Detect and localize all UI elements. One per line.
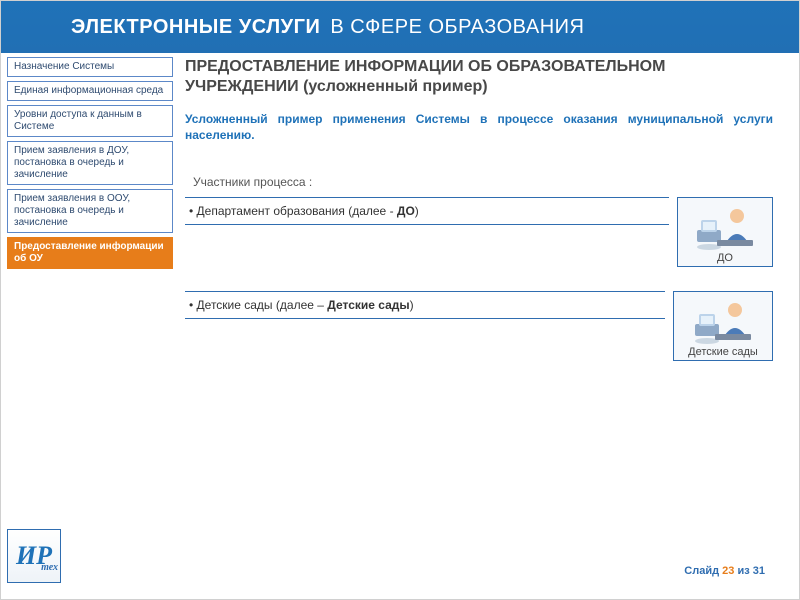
participant-caption: ДО bbox=[717, 252, 733, 264]
page-title-line2: УЧРЕЖДЕНИИ (усложненный пример) bbox=[185, 78, 488, 95]
participant-text-prefix: • Департамент образования (далее - bbox=[189, 204, 397, 218]
sidebar-item-label: Прием заявления в ДОУ, постановка в очер… bbox=[14, 145, 129, 180]
participant-card: ДО bbox=[677, 197, 773, 267]
participant-text-bold: Детские сады bbox=[327, 298, 409, 312]
participant-caption: Детские сады bbox=[688, 346, 758, 358]
title-strong: ЭЛЕКТРОННЫЕ УСЛУГИ bbox=[71, 16, 320, 39]
participant-text-suffix: ) bbox=[415, 204, 419, 218]
person-desk-icon bbox=[693, 296, 753, 344]
sidebar-item-label: Прием заявления в ООУ, постановка в очер… bbox=[14, 193, 130, 228]
participants-label: Участники процесса : bbox=[185, 175, 773, 189]
footer-logo: ИР тех bbox=[7, 529, 61, 583]
sidebar-item-label: Предоставление информации об ОУ bbox=[14, 241, 164, 264]
slide-counter-of: из bbox=[734, 565, 752, 577]
sidebar-item-info-ou[interactable]: Предоставление информации об ОУ bbox=[7, 237, 173, 269]
sidebar-item-access-levels[interactable]: Уровни доступа к данным в Системе bbox=[7, 105, 173, 137]
person-desk-icon bbox=[695, 202, 755, 250]
slide-counter-prefix: Слайд bbox=[684, 565, 722, 577]
intro-text: Усложненный пример применения Системы в … bbox=[185, 111, 773, 143]
participant-text: • Департамент образования (далее - ДО) bbox=[185, 197, 669, 225]
logo-sub: тех bbox=[41, 562, 58, 573]
participant-row: • Департамент образования (далее - ДО) Д… bbox=[185, 197, 773, 267]
participant-text-prefix: • Детские сады (далее – bbox=[189, 298, 327, 312]
sidebar: Назначение Системы Единая информационная… bbox=[7, 57, 173, 269]
slide-counter: Слайд 23 из 31 bbox=[684, 565, 765, 577]
participant-text: • Детские сады (далее – Детские сады) bbox=[185, 291, 665, 319]
page-title-line1: ПРЕДОСТАВЛЕНИЕ ИНФОРМАЦИИ ОБ ОБРАЗОВАТЕЛ… bbox=[185, 58, 665, 75]
sidebar-item-label: Назначение Системы bbox=[14, 61, 114, 72]
slide-counter-current: 23 bbox=[722, 565, 734, 577]
sidebar-item-dou[interactable]: Прием заявления в ДОУ, постановка в очер… bbox=[7, 141, 173, 185]
sidebar-item-label: Уровни доступа к данным в Системе bbox=[14, 109, 142, 132]
participant-row: • Детские сады (далее – Детские сады) Де… bbox=[185, 291, 773, 361]
sidebar-item-purpose[interactable]: Назначение Системы bbox=[7, 57, 173, 77]
participant-text-bold: ДО bbox=[397, 204, 415, 218]
sidebar-item-oou[interactable]: Прием заявления в ООУ, постановка в очер… bbox=[7, 189, 173, 233]
slide-counter-total: 31 bbox=[753, 565, 765, 577]
sidebar-item-environment[interactable]: Единая информационная среда bbox=[7, 81, 173, 101]
sidebar-item-label: Единая информационная среда bbox=[14, 85, 163, 96]
participant-card: Детские сады bbox=[673, 291, 773, 361]
title-light: В СФЕРЕ ОБРАЗОВАНИЯ bbox=[330, 16, 584, 39]
participant-text-suffix: ) bbox=[410, 298, 414, 312]
logo-mark: ИР тех bbox=[16, 541, 52, 571]
page-title: ПРЕДОСТАВЛЕНИЕ ИНФОРМАЦИИ ОБ ОБРАЗОВАТЕЛ… bbox=[185, 57, 773, 97]
title-bar: ЭЛЕКТРОННЫЕ УСЛУГИ В СФЕРЕ ОБРАЗОВАНИЯ bbox=[1, 1, 799, 53]
main-content: ПРЕДОСТАВЛЕНИЕ ИНФОРМАЦИИ ОБ ОБРАЗОВАТЕЛ… bbox=[185, 57, 773, 559]
